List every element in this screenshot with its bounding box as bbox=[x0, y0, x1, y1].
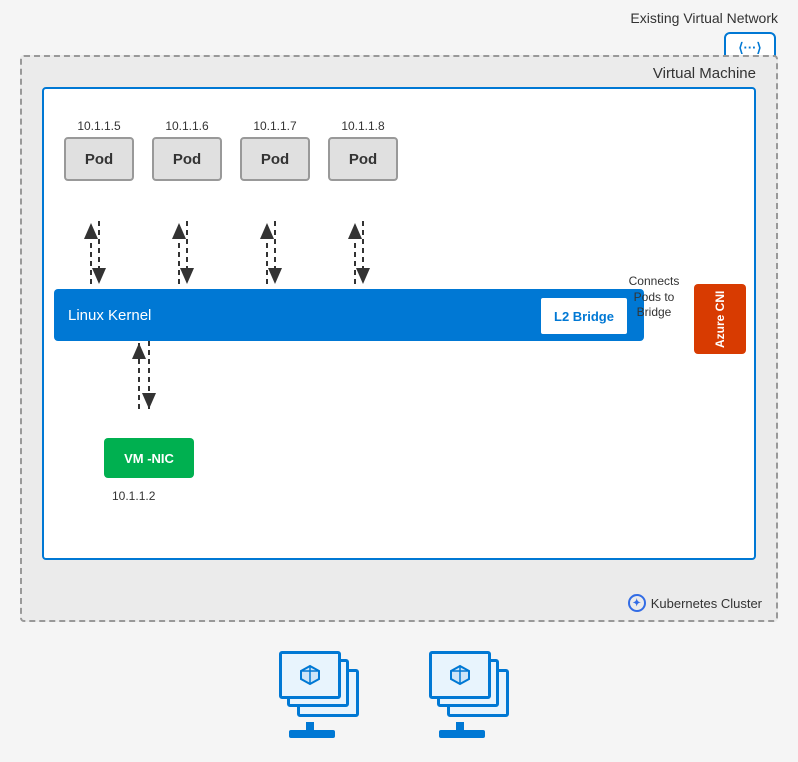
kernel-label: Linux Kernel bbox=[68, 307, 151, 324]
l2-bridge-box: L2 Bridge bbox=[539, 296, 629, 336]
monitor-stand-1 bbox=[289, 730, 335, 738]
server-group-1 bbox=[279, 651, 369, 736]
pod-group-2: 10.1.1.6 Pod bbox=[152, 119, 222, 181]
pod-group-3: 10.1.1.7 Pod bbox=[240, 119, 310, 181]
monitor-stand-2 bbox=[439, 730, 485, 738]
k8s-label: ✦ Kubernetes Cluster bbox=[628, 594, 762, 612]
k8s-label-text: Kubernetes Cluster bbox=[651, 596, 762, 611]
bottom-servers-section bbox=[0, 624, 798, 762]
pod-group-1: 10.1.1.5 Pod bbox=[64, 119, 134, 181]
pod3-box: Pod bbox=[240, 137, 310, 181]
pod3-ip: 10.1.1.7 bbox=[253, 119, 296, 133]
pod2-ip: 10.1.1.6 bbox=[165, 119, 208, 133]
network-chevron-icon: ⟨···⟩ bbox=[738, 40, 761, 56]
pod1-box: Pod bbox=[64, 137, 134, 181]
connects-pods-label: Connects Pods to Bridge bbox=[619, 274, 689, 321]
monitor2-front bbox=[429, 651, 491, 699]
pod1-ip: 10.1.1.5 bbox=[77, 119, 120, 133]
outer-dashed-box: Virtual Machine bbox=[20, 55, 778, 622]
server-group-2 bbox=[429, 651, 519, 736]
vm-label: Virtual Machine bbox=[653, 65, 756, 82]
vm-nic-box: VM -NIC bbox=[104, 438, 194, 478]
pod4-ip: 10.1.1.8 bbox=[341, 119, 384, 133]
existing-vnet-label: Existing Virtual Network bbox=[630, 10, 778, 26]
pods-row: 10.1.1.5 Pod 10.1.1.6 Pod 10.1.1.7 Pod 1… bbox=[64, 119, 398, 181]
vm-nic-ip: 10.1.1.2 bbox=[112, 489, 155, 503]
monitor-front bbox=[279, 651, 341, 699]
kubernetes-icon: ✦ bbox=[628, 594, 646, 612]
pod2-box: Pod bbox=[152, 137, 222, 181]
inner-blue-box: 10.1.1.5 Pod 10.1.1.6 Pod 10.1.1.7 Pod 1… bbox=[42, 87, 756, 560]
cube-icon-front bbox=[299, 664, 321, 686]
pod4-box: Pod bbox=[328, 137, 398, 181]
azure-cni-box: Azure CNI bbox=[694, 284, 746, 354]
diagram-container: Existing Virtual Network ⟨···⟩ Virtual M… bbox=[0, 0, 798, 762]
cube-icon-front-2 bbox=[449, 664, 471, 686]
pod-group-4: 10.1.1.8 Pod bbox=[328, 119, 398, 181]
